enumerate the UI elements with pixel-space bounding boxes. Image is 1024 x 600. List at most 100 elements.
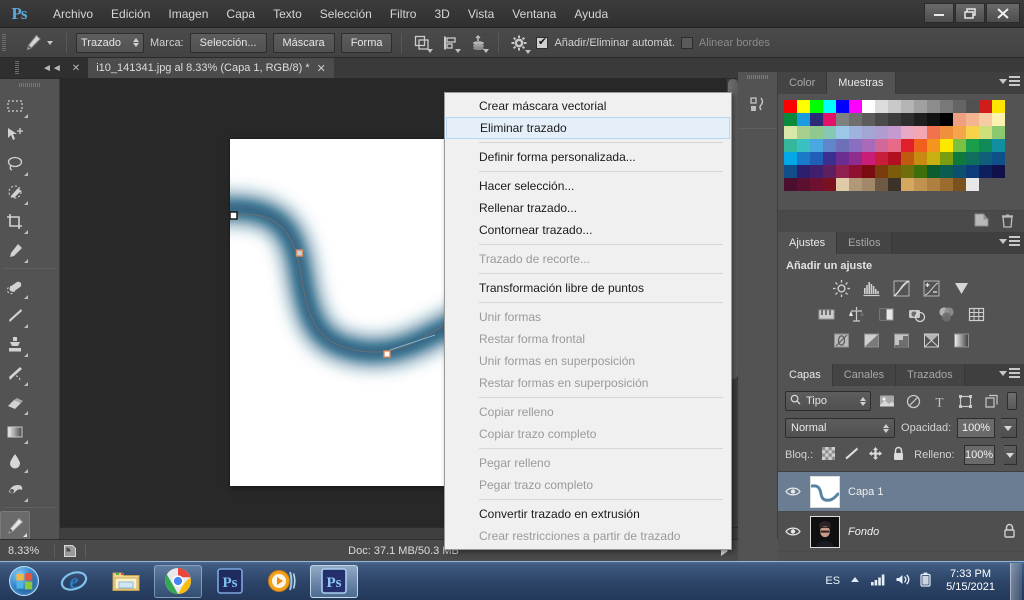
tool-preset-picker[interactable] [18,32,57,54]
color-swatch[interactable] [862,113,875,126]
path-arrangement-icon[interactable] [467,32,490,54]
filter-type-icon[interactable]: T [929,391,949,411]
eye-icon[interactable] [784,486,802,497]
selective-color-icon[interactable] [890,330,912,350]
color-swatch[interactable] [875,100,888,113]
color-swatch[interactable] [979,126,992,139]
menu-item[interactable]: Eliminar trazado [446,117,730,139]
forma-button[interactable]: Forma [340,32,393,53]
exposure-icon[interactable] [920,278,942,298]
tab-bar-grip[interactable] [0,58,34,78]
history-icon[interactable] [738,82,777,128]
auto-add-delete-checkbox[interactable]: ✔ [536,36,549,49]
color-swatch[interactable] [953,100,966,113]
color-swatch[interactable] [953,178,966,191]
color-swatch[interactable] [992,126,1005,139]
color-swatch[interactable] [992,152,1005,165]
color-swatch[interactable] [901,139,914,152]
blend-mode-select[interactable]: Normal [785,418,896,438]
color-swatch[interactable] [797,126,810,139]
color-swatch[interactable] [888,100,901,113]
color-swatch[interactable] [888,152,901,165]
panel-menu-icon[interactable] [999,76,1020,86]
opacity-dropdown-arrow-icon[interactable] [1000,418,1018,438]
tab-capas[interactable]: Capas [778,364,833,386]
black-white-icon[interactable] [845,304,867,324]
color-swatch[interactable] [888,178,901,191]
align-edges-checkbox[interactable] [680,36,693,49]
brush-tool[interactable] [0,301,30,330]
color-swatch[interactable] [849,126,862,139]
color-swatch[interactable] [784,113,797,126]
eraser-tool[interactable] [0,388,30,417]
panel-menu-icon[interactable] [999,236,1020,246]
color-swatch[interactable] [810,178,823,191]
photo-filter-icon[interactable] [905,304,927,324]
brightness-contrast-icon[interactable] [830,278,852,298]
color-balance-icon[interactable] [935,304,957,324]
history-brush-tool[interactable] [0,359,30,388]
color-swatch[interactable] [836,126,849,139]
color-swatch[interactable] [927,100,940,113]
invert-icon[interactable] [860,330,882,350]
color-swatch[interactable] [823,152,836,165]
lock-all-icon[interactable] [892,446,905,464]
taskbar-item-internet-explorer[interactable]: e [50,565,98,598]
menu-ayuda[interactable]: Ayuda [565,3,617,25]
menu-item[interactable]: Rellenar trazado... [445,197,731,219]
color-swatch[interactable] [836,178,849,191]
color-swatch[interactable] [992,100,1005,113]
gear-icon[interactable] [508,32,532,54]
fill-value[interactable]: 100% [963,445,995,465]
color-swatch[interactable] [875,139,888,152]
color-swatch[interactable] [797,100,810,113]
color-swatch[interactable] [784,126,797,139]
color-swatch[interactable] [953,139,966,152]
gradient-map-icon[interactable] [920,330,942,350]
color-swatch[interactable] [927,152,940,165]
swatch-grid[interactable] [784,100,1018,204]
color-swatch[interactable] [927,165,940,178]
menu-item[interactable]: Hacer selección... [445,175,731,197]
color-swatch[interactable] [862,100,875,113]
lasso-tool[interactable] [0,149,30,178]
color-swatch[interactable] [810,126,823,139]
show-hidden-icons-icon[interactable] [849,575,861,588]
color-swatch[interactable] [823,178,836,191]
color-swatch[interactable] [940,100,953,113]
color-swatch[interactable] [888,139,901,152]
color-swatch[interactable] [914,152,927,165]
dock-arrows-icon[interactable]: ◄◄ [42,63,62,74]
color-swatch[interactable] [862,178,875,191]
color-swatch[interactable] [979,113,992,126]
color-swatch[interactable] [836,113,849,126]
menu-texto[interactable]: Texto [264,3,311,25]
eyedropper-tool[interactable] [0,236,30,265]
filter-enable-toggle[interactable] [1007,392,1017,410]
color-swatch[interactable] [823,165,836,178]
color-swatch[interactable] [849,152,862,165]
color-swatch[interactable] [992,113,1005,126]
network-signal-icon[interactable] [870,573,886,589]
color-swatch[interactable] [914,178,927,191]
menu-vista[interactable]: Vista [459,3,503,25]
channel-mixer-icon[interactable] [965,304,987,324]
color-swatch[interactable] [901,165,914,178]
color-swatch[interactable] [784,139,797,152]
path-alignment-icon[interactable] [439,32,462,54]
color-swatch[interactable] [914,100,927,113]
menu-edicion[interactable]: Edición [102,3,159,25]
color-swatch[interactable] [953,165,966,178]
gradient-fill-icon[interactable] [950,330,972,350]
close-button[interactable] [986,3,1020,23]
color-swatch[interactable] [823,139,836,152]
color-swatch[interactable] [849,139,862,152]
tab-ajustes[interactable]: Ajustes [778,232,838,254]
filter-pixel-icon[interactable] [877,391,897,411]
color-swatch[interactable] [940,139,953,152]
color-swatch[interactable] [927,178,940,191]
color-swatch[interactable] [810,139,823,152]
panel-menu-icon[interactable] [999,368,1020,378]
curves-icon[interactable] [890,278,912,298]
fill-dropdown-arrow-icon[interactable] [1003,445,1017,465]
